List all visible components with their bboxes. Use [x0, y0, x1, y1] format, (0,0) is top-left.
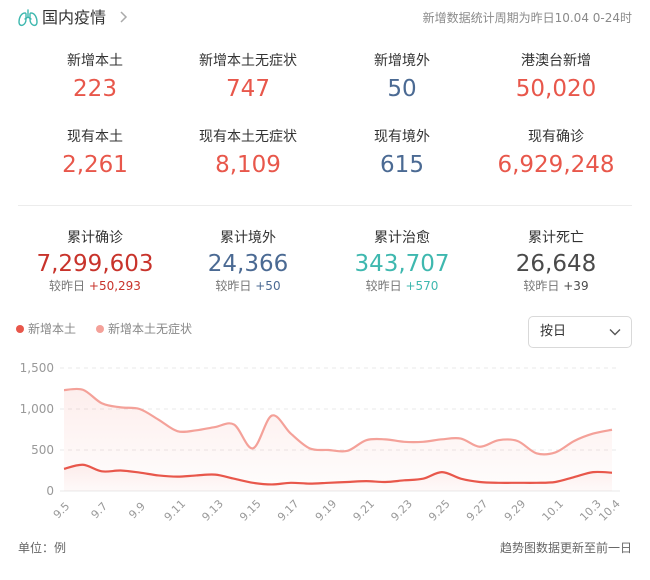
unit-label: 单位：例	[18, 541, 67, 555]
stat-value: 24,366	[207, 251, 289, 277]
compare-value: +570	[405, 279, 439, 293]
compare-label: 较昨日	[215, 279, 252, 293]
stat-label: 累计治愈	[374, 230, 430, 246]
stat-compare: 较昨日 +50	[173, 279, 323, 293]
header: 国内疫情 新增数据统计周期为昨日10.04 0-24时	[0, 0, 650, 36]
legend-label: 新增本土无症状	[108, 322, 193, 336]
compare-value: +39	[563, 279, 589, 293]
data-update-note: 趋势图数据更新至前一日	[499, 541, 632, 555]
stat-label: 新增境外	[374, 53, 430, 69]
x-tick-label: 10.1	[540, 497, 567, 524]
compare-label: 较昨日	[49, 279, 86, 293]
compare-label: 较昨日	[523, 279, 560, 293]
period-select-value: 按日	[540, 324, 567, 339]
x-tick-label: 9.27	[464, 497, 491, 524]
stat-value: 615	[380, 152, 424, 178]
stat-value: 7,299,603	[36, 251, 154, 277]
stat-label: 累计死亡	[528, 230, 584, 246]
x-tick-label: 9.7	[89, 500, 111, 522]
stat-cumulative-imported: 累计境外 24,366 较昨日 +50	[173, 229, 323, 293]
x-tick-label: 9.13	[199, 497, 226, 524]
x-tick-label: 9.17	[275, 497, 302, 524]
stat-current-imported: 现有境外 615	[327, 128, 477, 180]
stat-cumulative-confirmed: 累计确诊 7,299,603 较昨日 +50,293	[20, 229, 170, 293]
stat-value: 343,707	[354, 251, 450, 277]
y-tick-label: 0	[46, 484, 54, 498]
x-tick-label: 10.4	[596, 497, 623, 524]
stat-cumulative-cured: 累计治愈 343,707 较昨日 +570	[327, 229, 477, 293]
y-tick-label: 1,000	[20, 402, 54, 416]
stat-value: 747	[226, 76, 270, 102]
stat-label: 现有确诊	[528, 129, 584, 145]
divider	[18, 205, 632, 206]
stat-value: 50	[387, 76, 417, 102]
y-tick-label: 1,500	[20, 361, 54, 375]
x-tick-label: 9.15	[237, 497, 264, 524]
stat-value: 26,648	[515, 251, 597, 277]
stat-label: 现有本土无症状	[199, 129, 297, 145]
stat-period-note: 新增数据统计周期为昨日10.04 0-24时	[422, 11, 632, 25]
stat-cumulative-deaths: 累计死亡 26,648 较昨日 +39	[481, 229, 631, 293]
x-tick-label: 9.11	[162, 497, 189, 524]
page-title[interactable]: 国内疫情	[42, 7, 106, 29]
stat-value: 50,020	[515, 76, 597, 102]
stat-current-local: 现有本土 2,261	[20, 128, 170, 180]
chevron-right-icon[interactable]	[118, 9, 128, 25]
x-tick-label: 9.5	[51, 500, 73, 522]
legend-dot	[96, 325, 104, 333]
stat-current-confirmed: 现有确诊 6,929,248	[481, 128, 631, 180]
x-tick-label: 9.25	[426, 497, 453, 524]
stat-label: 现有境外	[374, 129, 430, 145]
stat-label: 新增本土	[67, 53, 123, 69]
x-tick-label: 9.23	[388, 497, 415, 524]
period-select[interactable]: 按日	[528, 316, 632, 348]
stat-value: 223	[73, 76, 117, 102]
stat-value: 8,109	[215, 152, 281, 178]
stat-value: 6,929,248	[497, 152, 615, 178]
x-tick-label: 9.19	[313, 497, 340, 524]
legend-dot	[16, 325, 24, 333]
compare-label: 较昨日	[365, 279, 402, 293]
compare-value: +50	[255, 279, 281, 293]
x-tick-label: 9.29	[502, 497, 529, 524]
compare-value: +50,293	[88, 279, 141, 293]
x-tick-label: 9.21	[351, 497, 378, 524]
stat-compare: 较昨日 +570	[327, 279, 477, 293]
stat-value: 2,261	[62, 152, 128, 178]
stat-current-local-asymptomatic: 现有本土无症状 8,109	[173, 128, 323, 180]
trend-chart: 0 500 1,000 1,500 9.5 9.7 9.9 9.11 9.13 9.15 9.17 9…	[20, 361, 623, 524]
stat-new-local-asymptomatic: 新增本土无症状 747	[173, 52, 323, 104]
stat-new-hk-macao-taiwan: 港澳台新增 50,020	[481, 52, 631, 104]
legend-label: 新增本土	[28, 322, 77, 336]
stat-compare: 较昨日 +39	[481, 279, 631, 293]
stat-compare: 较昨日 +50,293	[20, 279, 170, 293]
x-tick-label: 9.9	[126, 500, 148, 522]
chevron-down-icon	[609, 329, 621, 336]
stat-new-imported: 新增境外 50	[327, 52, 477, 104]
stat-new-local: 新增本土 223	[20, 52, 170, 104]
stat-label: 现有本土	[67, 129, 123, 145]
stat-label: 新增本土无症状	[199, 53, 297, 69]
y-tick-label: 500	[31, 443, 54, 457]
lungs-icon	[18, 9, 38, 27]
stat-label: 累计确诊	[67, 230, 123, 246]
stat-label: 累计境外	[220, 230, 276, 246]
stat-label: 港澳台新增	[521, 53, 591, 69]
